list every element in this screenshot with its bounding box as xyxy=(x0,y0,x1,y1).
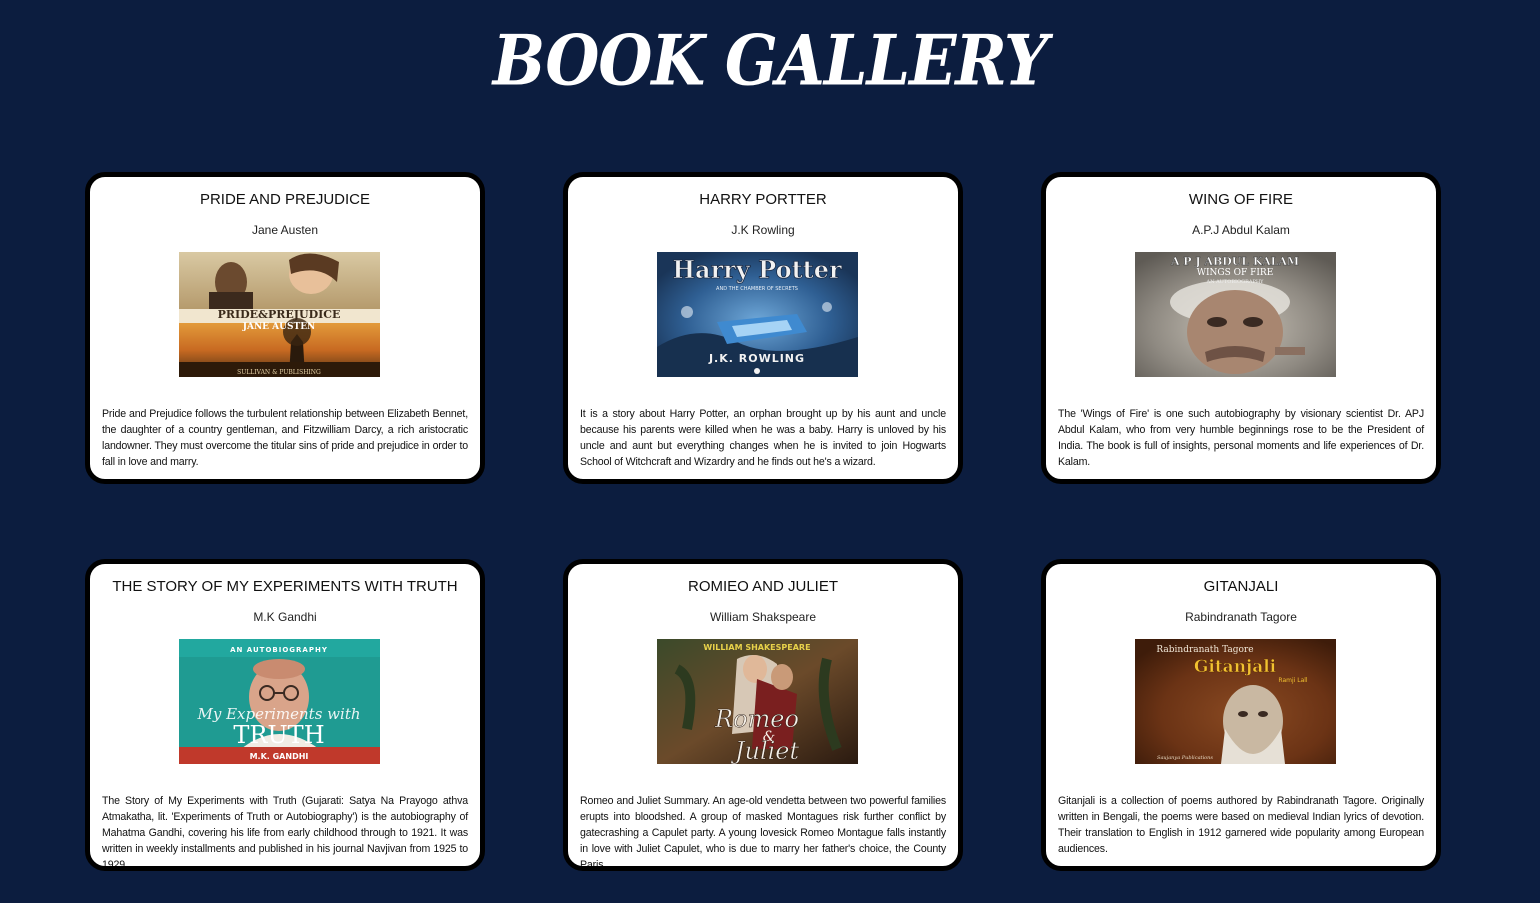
book-card-romeo-and-juliet: ROMIEO AND JULIET William Shakspeare WIL… xyxy=(563,559,963,871)
page-title: BOOK GALLERY xyxy=(492,19,1048,102)
book-description: It is a story about Harry Potter, an orp… xyxy=(580,408,946,468)
book-description: The 'Wings of Fire' is one such autobiog… xyxy=(1058,408,1424,468)
cover-title-juliet-text: Juliet xyxy=(730,737,800,764)
cover-author-text: Rabindranath Tagore xyxy=(1156,645,1253,655)
cover-author-text: WILLIAM SHAKESPEARE xyxy=(703,643,810,652)
book-card-experiments-with-truth: THE STORY OF MY EXPERIMENTS WITH TRUTH M… xyxy=(85,559,485,871)
cover-subtitle-text: AN AUTOBIOGRAPHY xyxy=(1206,279,1265,285)
book-description: Gitanjali is a collection of poems autho… xyxy=(1058,795,1424,855)
book-title: THE STORY OF MY EXPERIMENTS WITH TRUTH xyxy=(112,578,458,595)
book-cover-image: PRIDE&PREJUDICE JANE AUSTEN SULLIVAN & P… xyxy=(179,252,380,377)
cover-title-text: WINGS OF FIRE xyxy=(1197,268,1274,278)
book-title: PRIDE AND PREJUDICE xyxy=(199,191,371,208)
book-author: A.P.J Abdul Kalam xyxy=(1192,223,1290,237)
book-card-harry-potter: HARRY PORTTER J.K Rowling Harry Potter A… xyxy=(563,172,963,484)
book-description: Romeo and Juliet Summary. An age-old ven… xyxy=(580,795,946,871)
cover-author-text: A P J ABDUL KALAM xyxy=(1170,255,1299,268)
book-description: The Story of My Experiments with Truth (… xyxy=(102,795,468,871)
book-cover-image: WILLIAM SHAKESPEARE Romeo & Juliet xyxy=(657,639,858,764)
book-card-pride-and-prejudice: PRIDE AND PREJUDICE Jane Austen PRIDE&PR… xyxy=(85,172,485,484)
book-author: William Shakspeare xyxy=(709,610,817,624)
book-author: J.K Rowling xyxy=(731,223,795,237)
book-title: ROMIEO AND JULIET xyxy=(687,578,839,595)
cover-title-text: PRIDE&PREJUDICE xyxy=(218,308,341,321)
book-author: M.K Gandhi xyxy=(253,610,317,624)
cover-title-truth-text: TRUTH xyxy=(233,721,324,749)
cover-publisher-text: SULLIVAN & PUBLISHING xyxy=(237,369,321,376)
book-card-gitanjali: GITANJALI Rabindranath Tagore Rabindrana… xyxy=(1041,559,1441,871)
cover-title-text: Harry Potter xyxy=(672,255,842,284)
book-title: HARRY PORTTER xyxy=(699,191,827,208)
cover-subtitle-text: AN AUTOBIOGRAPHY xyxy=(230,646,328,654)
cover-subtitle-text: AND THE CHAMBER OF SECRETS xyxy=(716,286,798,292)
cover-publisher-text: Saujanya Publications xyxy=(1157,755,1213,761)
cover-author-text: JANE AUSTEN xyxy=(242,322,316,332)
book-author: Rabindranath Tagore xyxy=(1185,610,1297,624)
book-cover-image: A P J ABDUL KALAM WINGS OF FIRE AN AUTOB… xyxy=(1135,252,1336,377)
book-title: WING OF FIRE xyxy=(1188,191,1294,208)
cover-author-text: J.K. ROWLING xyxy=(708,352,805,365)
cover-author-text: M.K. GANDHI xyxy=(250,752,309,761)
book-card-wing-of-fire: WING OF FIRE A.P.J Abdul Kalam A P J ABD… xyxy=(1041,172,1441,484)
book-cover-image: Harry Potter AND THE CHAMBER OF SECRETS … xyxy=(657,252,858,377)
cover-translator-text: Ramji Lall xyxy=(1278,677,1307,684)
book-description: Pride and Prejudice follows the turbulen… xyxy=(102,408,468,468)
cover-title-text: Gitanjali xyxy=(1194,657,1277,677)
cover-title-romeo-text: Romeo xyxy=(714,705,799,733)
book-cover-image: Rabindranath Tagore Gitanjali Ramji Lall… xyxy=(1135,639,1336,764)
book-cover-image: AN AUTOBIOGRAPHY My Experiments with TRU… xyxy=(179,639,380,764)
book-author: Jane Austen xyxy=(251,223,319,237)
book-title: GITANJALI xyxy=(1203,578,1279,595)
